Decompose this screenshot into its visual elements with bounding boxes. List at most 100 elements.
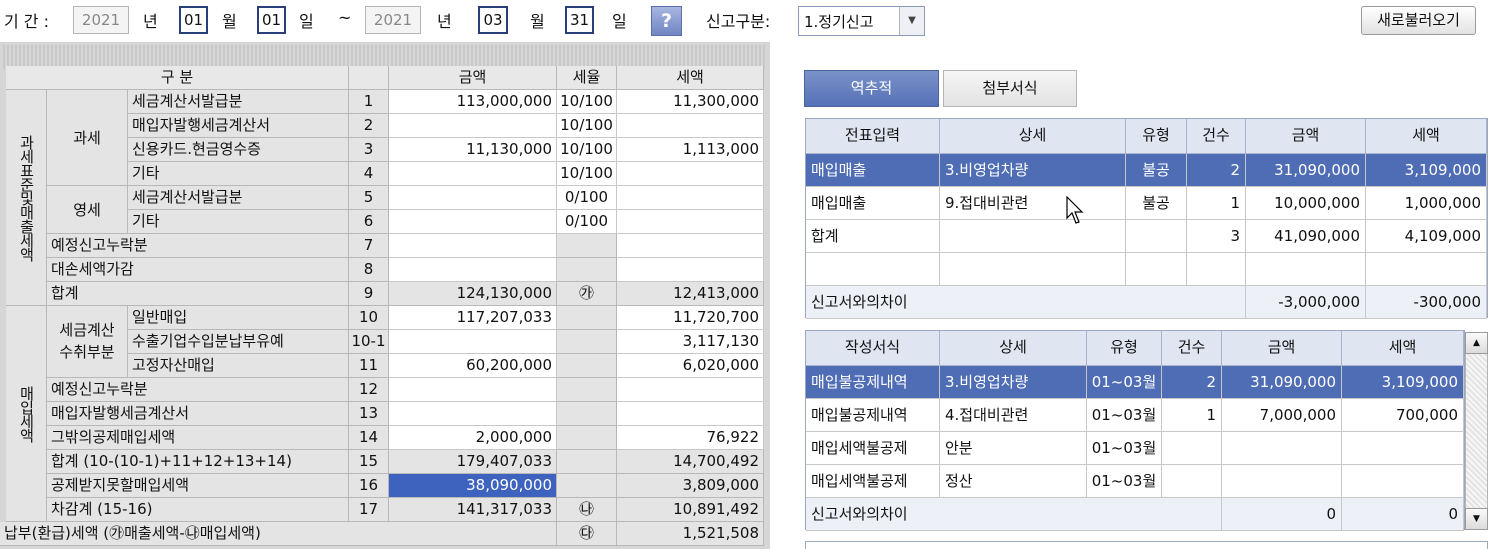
table-cell[interactable]: 2	[1162, 366, 1222, 399]
table-cell[interactable]	[1246, 253, 1366, 286]
tax-cell[interactable]: 3,117,130	[617, 330, 764, 354]
table-cell[interactable]: 01~03월	[1087, 432, 1162, 465]
amount-cell[interactable]	[389, 210, 557, 234]
tax-cell[interactable]	[617, 234, 764, 258]
table-cell[interactable]: 01~03월	[1087, 399, 1162, 432]
tax-cell[interactable]: 76,922	[617, 426, 764, 450]
table-cell[interactable]: 매입불공제내역	[806, 399, 940, 432]
table-cell[interactable]: 3.비영업차량	[940, 366, 1087, 399]
form-table-scrollbar[interactable]	[1465, 332, 1488, 530]
tab-attached-forms[interactable]: 첨부서식	[943, 70, 1077, 107]
table-cell[interactable]	[1162, 465, 1222, 498]
table-cell[interactable]	[1162, 432, 1222, 465]
table-cell[interactable]: 매입세액불공제	[806, 432, 940, 465]
tax-cell[interactable]: 11,300,000	[617, 90, 764, 114]
scroll-down-icon[interactable]: ▼	[1465, 508, 1488, 530]
table-cell[interactable]	[940, 220, 1126, 253]
tax-cell[interactable]	[617, 210, 764, 234]
chevron-down-icon[interactable]: ▼	[899, 7, 924, 35]
tax-cell[interactable]	[617, 114, 764, 138]
table-cell[interactable]	[1366, 253, 1487, 286]
table-cell[interactable]	[1222, 432, 1342, 465]
amount-cell[interactable]	[389, 114, 557, 138]
from-month-field[interactable]: 01	[179, 6, 208, 34]
tax-cell[interactable]: 11,720,700	[617, 306, 764, 330]
rate-cell	[557, 330, 617, 354]
amount-cell[interactable]	[389, 162, 557, 186]
table-cell[interactable]: 41,090,000	[1246, 220, 1366, 253]
table-cell[interactable]: 9.접대비관련	[940, 187, 1126, 220]
amount-cell[interactable]: 113,000,000	[389, 90, 557, 114]
table-cell[interactable]	[1342, 432, 1464, 465]
report-type-label: 신고구분:	[706, 12, 771, 31]
table-cell[interactable]: 01~03월	[1087, 366, 1162, 399]
table-cell[interactable]: 31,090,000	[1246, 154, 1366, 187]
table-cell[interactable]	[1126, 253, 1187, 286]
table-cell[interactable]: 10,000,000	[1246, 187, 1366, 220]
report-type-select[interactable]: 1.정기신고 ▼	[798, 6, 925, 36]
table-cell[interactable]: 불공	[1126, 187, 1187, 220]
table-cell[interactable]	[1126, 220, 1187, 253]
lower-panel-edge	[805, 541, 1488, 549]
scroll-up-icon[interactable]: ▲	[1465, 332, 1488, 354]
line-number: 3	[349, 138, 389, 162]
table-cell[interactable]: 01~03월	[1087, 465, 1162, 498]
amount-cell[interactable]: 117,207,033	[389, 306, 557, 330]
amount-cell[interactable]: 60,200,000	[389, 354, 557, 378]
amount-cell[interactable]	[389, 330, 557, 354]
amount-cell[interactable]	[389, 186, 557, 210]
line-number: 6	[349, 210, 389, 234]
tax-cell[interactable]	[617, 162, 764, 186]
amount-cell[interactable]: 2,000,000	[389, 426, 557, 450]
table-cell[interactable]: 4,109,000	[1366, 220, 1487, 253]
header-category: 구 분	[6, 66, 349, 90]
to-day-field[interactable]: 31	[565, 6, 594, 34]
table-cell[interactable]: 3.비영업차량	[940, 154, 1126, 187]
amount-cell[interactable]: 11,130,000	[389, 138, 557, 162]
table-cell[interactable]: 불공	[1126, 154, 1187, 187]
table-cell[interactable]: 3,109,000	[1342, 366, 1464, 399]
tax-cell[interactable]: 1,113,000	[617, 138, 764, 162]
table-cell[interactable]: 1	[1187, 187, 1246, 220]
table-cell[interactable]: 31,090,000	[1222, 366, 1342, 399]
table-cell[interactable]	[806, 253, 940, 286]
table-cell[interactable]: 3	[1187, 220, 1246, 253]
tax-cell[interactable]	[617, 258, 764, 282]
table-cell[interactable]: 매입세액불공제	[806, 465, 940, 498]
table-cell[interactable]: 합계	[806, 220, 940, 253]
table-cell[interactable]	[940, 253, 1126, 286]
tab-backtrace[interactable]: 역추적	[804, 70, 939, 107]
tax-cell[interactable]	[617, 402, 764, 426]
row-label: 차감계 (15-16)	[47, 498, 349, 522]
amount-cell[interactable]	[389, 258, 557, 282]
table-cell[interactable]: 안분	[940, 432, 1087, 465]
header-tax: 세액	[617, 66, 764, 90]
table-cell[interactable]: 1,000,000	[1366, 187, 1487, 220]
table-cell[interactable]: 700,000	[1342, 399, 1464, 432]
tax-cell[interactable]	[617, 378, 764, 402]
table-cell[interactable]: 1	[1162, 399, 1222, 432]
help-button[interactable]: ?	[651, 6, 682, 36]
table-cell[interactable]: 매입매출	[806, 187, 940, 220]
table-cell[interactable]: 2	[1187, 154, 1246, 187]
reload-button[interactable]: 새로불러오기	[1361, 6, 1476, 35]
table-cell[interactable]: 4.접대비관련	[940, 399, 1087, 432]
table-cell[interactable]: 정산	[940, 465, 1087, 498]
from-day-field[interactable]: 01	[257, 6, 286, 34]
amount-cell[interactable]	[389, 378, 557, 402]
tax-cell[interactable]: 6,020,000	[617, 354, 764, 378]
amount-cell[interactable]	[389, 234, 557, 258]
table-cell[interactable]	[1222, 465, 1342, 498]
to-month-field[interactable]: 03	[478, 6, 508, 34]
table-cell[interactable]: 매입불공제내역	[806, 366, 940, 399]
table-cell[interactable]	[1187, 253, 1246, 286]
amount-cell[interactable]: 38,090,000	[389, 474, 557, 498]
table-cell[interactable]	[1342, 465, 1464, 498]
table-cell[interactable]: 3,109,000	[1366, 154, 1487, 187]
tax-cell[interactable]	[617, 186, 764, 210]
amount-cell[interactable]	[389, 402, 557, 426]
table-cell[interactable]: 매입매출	[806, 154, 940, 187]
line-number: 7	[349, 234, 389, 258]
row-label: 세금계산서발급분	[128, 90, 349, 114]
table-cell[interactable]: 7,000,000	[1222, 399, 1342, 432]
